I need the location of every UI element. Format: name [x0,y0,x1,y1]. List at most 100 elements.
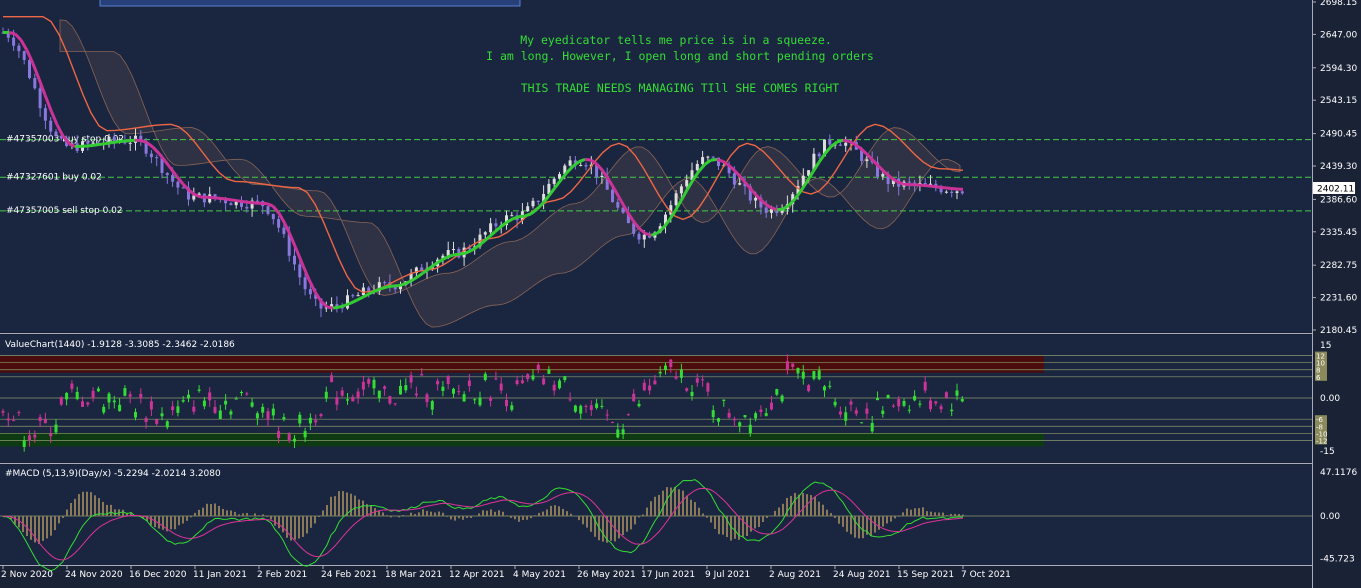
vc-bar [907,409,911,411]
vc-bar [542,378,546,385]
vc-bar [441,386,445,391]
vc-bar [340,390,344,396]
tenkan-segment [578,157,586,164]
candle-body [881,174,885,177]
vc-bar [430,401,434,410]
tenkan-segment [116,139,124,144]
tenkan-segment [248,200,256,205]
candle-body [266,206,270,214]
vc-bar [330,375,334,383]
price-tick-label: 2386.60 [1320,195,1357,205]
vc-bar [436,380,440,385]
trading-chart[interactable]: #47357003 buy stop 0.02#47327601 buy 0.0… [0,0,1361,588]
vc-bar [271,408,275,416]
price-tick-label: 2490.45 [1320,130,1357,140]
vc-bar [255,413,259,419]
candle-body [356,295,360,297]
candle-body [764,207,768,213]
valuechart-title: ValueChart(1440) -1.9128 -3.3085 -2.3462… [5,340,235,350]
price-tick-label: 2335.45 [1320,228,1357,238]
candle-body [383,282,387,284]
time-tick-label: 24 Nov 2020 [65,570,123,580]
candle-body [510,215,514,217]
vc-bar [770,402,773,410]
vc-bar [202,400,206,407]
tenkan-segment [512,215,520,221]
current-price-tag: 2402.11 [1313,182,1355,195]
candle-body [282,227,286,235]
candle-body [86,141,90,144]
vc-bar [499,383,503,391]
vc-bar [12,420,16,422]
annotation-line-1: My eyedicator tells me price is in a squ… [520,33,832,47]
vc-bar [653,380,657,385]
vc-bar [664,365,667,371]
vc-bar [383,386,387,389]
vc-bar [955,390,959,396]
candle-body [907,181,911,183]
vc-bar [886,394,890,399]
vc-axis-label: 0.00 [1320,394,1340,404]
price-tick-label: 2647.00 [1320,30,1357,40]
vc-bar [54,424,58,433]
candle-body [600,175,604,178]
vc-bar [960,399,964,402]
candle-body [637,233,641,240]
vc-bar [452,388,455,394]
tenkan-segment [452,252,460,257]
vc-bar [102,406,106,413]
vc-bar [791,363,795,367]
vc-bar [520,380,524,384]
candle-body [738,183,742,185]
vc-bar [473,399,477,401]
tenkan-segment [338,303,346,309]
price-tick-label: 2231.60 [1320,294,1357,304]
vc-bar [28,435,31,441]
candle-body [701,157,705,164]
vc-bar [785,361,789,370]
candle-body [176,181,180,188]
candle-body [865,159,869,162]
top-toolbar[interactable] [99,0,521,7]
candle-body [112,136,116,142]
vc-bar [881,410,885,414]
vc-bar [732,418,736,421]
vc-bar [505,399,508,407]
vc-bar [775,389,779,395]
tenkan-segment [938,185,946,190]
vc-level-tag-label: 6 [1316,374,1321,382]
vc-bar [298,414,302,424]
tenkan-segment [524,212,532,218]
vc-bar [33,434,37,438]
tenkan-segment [446,253,454,259]
vc-bar [913,395,917,401]
vc-bar [308,417,312,424]
vc-bar [897,399,901,407]
vc-bar [510,405,514,410]
vc-bar [457,391,461,393]
candle-body [489,223,493,233]
vc-bar [833,401,837,406]
vc-bar [950,409,954,412]
vc-bar [388,396,392,404]
vc-bar [796,367,800,374]
vc-bar [780,395,784,402]
candle-body [950,191,954,194]
candle-body [229,203,233,206]
candle-body [706,156,710,158]
vc-bar [75,391,79,400]
tenkan-segment [644,231,652,237]
vc-bar [351,396,355,402]
vc-bar [526,374,530,380]
vc-level-tag-label: -12 [1316,437,1327,445]
candle-body [38,88,42,109]
time-axis: 2 Nov 2020 24 Nov 2020 16 Dec 2020 11 Jan 2… [1,565,1011,580]
vc-bar [43,419,47,424]
candle-body [960,191,964,194]
vc-bar [91,390,95,399]
vc-bar [197,389,201,391]
tenkan-segment [86,143,94,148]
current-price-label: 2402.11 [1317,185,1354,195]
candle-body [303,277,307,290]
candle-body [351,295,355,297]
